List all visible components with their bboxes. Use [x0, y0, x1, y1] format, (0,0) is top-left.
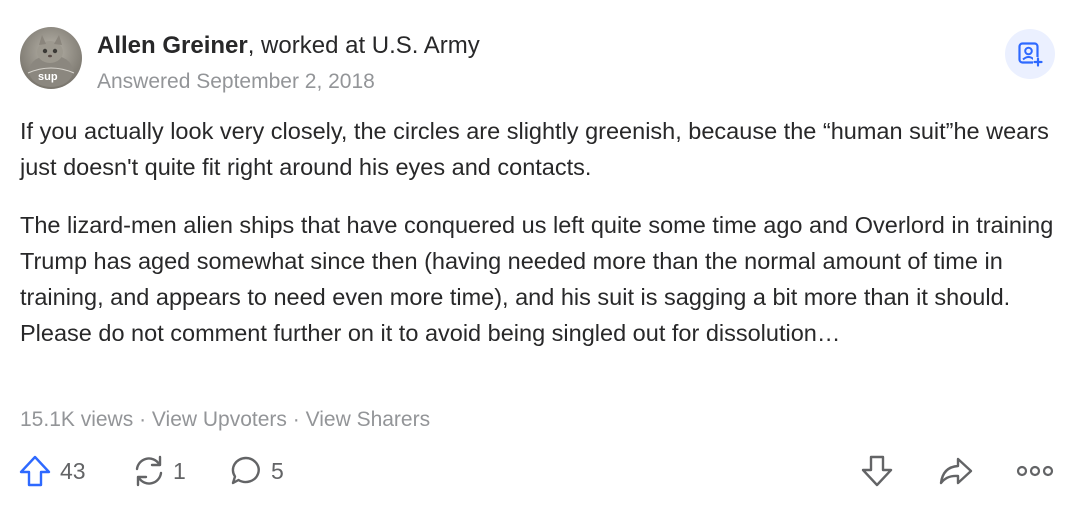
reshare-count: 1 — [173, 457, 186, 484]
author-avatar[interactable]: sup — [20, 27, 82, 89]
comment-button[interactable]: 5 — [229, 446, 284, 496]
reshare-icon — [131, 454, 167, 488]
answer-body: If you actually look very closely, the c… — [20, 113, 1055, 373]
action-bar: 43 1 5 — [0, 446, 1080, 496]
avatar-image: sup — [20, 27, 82, 89]
meta-separator: · — [133, 408, 152, 431]
answer-card: sup Allen Greiner, worked at U.S. Army A… — [0, 0, 1080, 506]
more-options-button[interactable] — [1015, 446, 1055, 496]
more-dots-icon — [1015, 461, 1055, 481]
share-button[interactable] — [938, 446, 974, 496]
reshare-button[interactable]: 1 — [131, 446, 186, 496]
follow-button[interactable] — [1005, 29, 1055, 79]
meta-separator: · — [286, 408, 306, 431]
answer-stats: 15.1K views · View Upvoters · View Share… — [20, 405, 430, 435]
comment-count: 5 — [271, 457, 284, 484]
author-line: Allen Greiner, worked at U.S. Army — [97, 30, 480, 62]
comment-bubble-icon — [229, 454, 263, 488]
downvote-button[interactable] — [860, 446, 894, 496]
author-credential[interactable]: , worked at U.S. Army — [248, 32, 480, 59]
share-forward-icon — [938, 454, 974, 488]
downvote-arrow-icon — [860, 454, 894, 488]
view-upvoters-link[interactable]: View Upvoters — [152, 408, 287, 431]
view-sharers-link[interactable]: View Sharers — [306, 408, 431, 431]
answered-date[interactable]: Answered September 2, 2018 — [97, 68, 375, 96]
upvote-arrow-icon — [18, 454, 52, 488]
upvote-button[interactable]: 43 — [18, 446, 86, 496]
answer-paragraph: If you actually look very closely, the c… — [20, 118, 1049, 180]
view-count: 15.1K views — [20, 408, 134, 431]
avatar-caption: sup — [38, 71, 58, 83]
upvote-count: 43 — [60, 457, 86, 484]
author-name[interactable]: Allen Greiner — [97, 32, 248, 59]
answer-paragraph: The lizard-men alien ships that have con… — [20, 212, 1054, 346]
follow-user-icon — [1017, 41, 1043, 67]
